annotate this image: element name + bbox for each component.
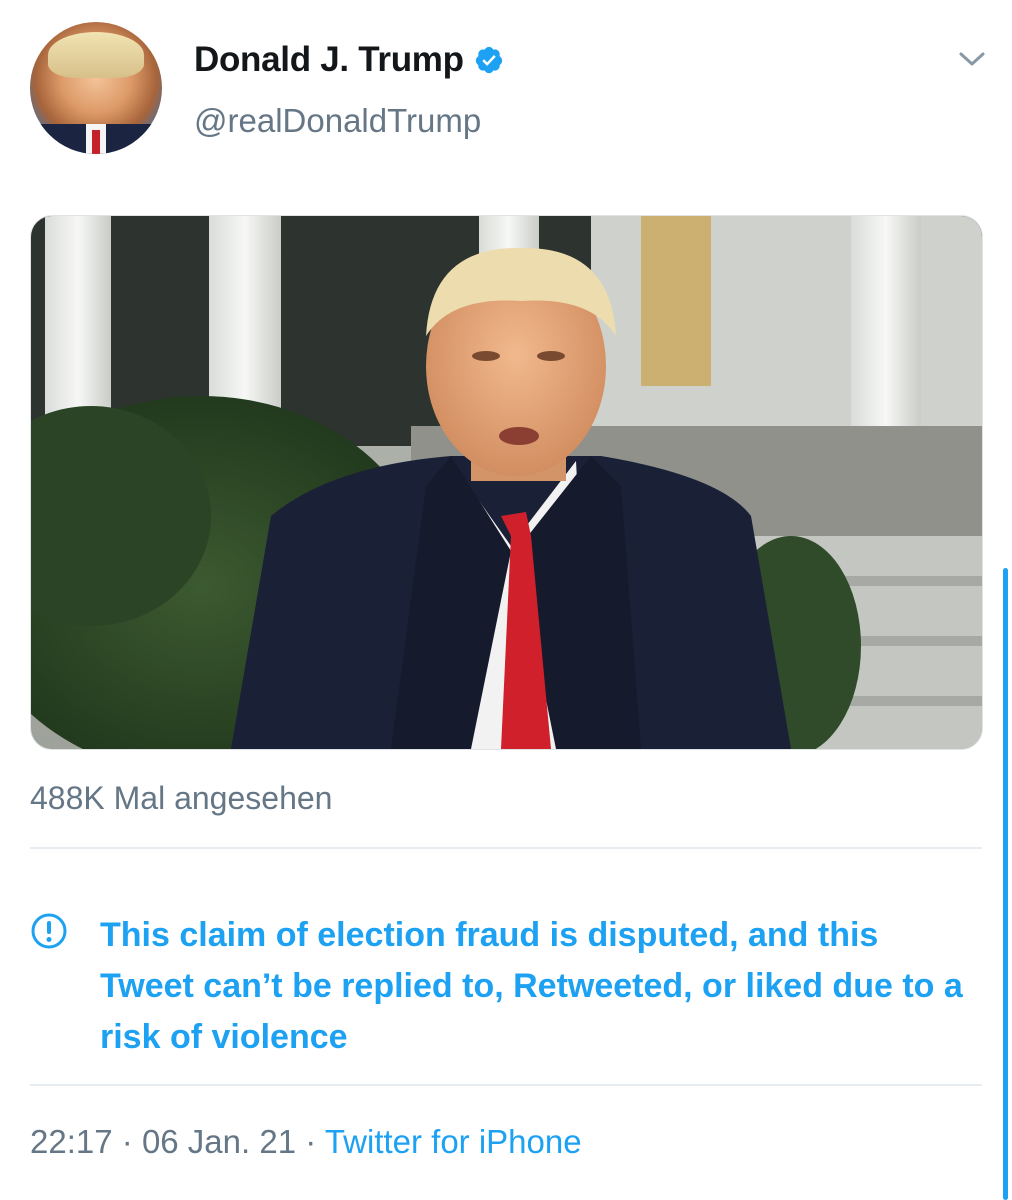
tweet-date: 06 Jan. 21 bbox=[141, 1123, 297, 1160]
exclamation-circle-icon bbox=[30, 912, 68, 950]
view-count: 488K Mal angesehen bbox=[30, 780, 333, 816]
verified-badge-icon bbox=[474, 45, 504, 75]
chevron-down-icon[interactable] bbox=[955, 44, 989, 74]
avatar-tie bbox=[92, 130, 100, 154]
author-name-row[interactable]: Donald J. Trump bbox=[194, 40, 504, 80]
avatar[interactable] bbox=[30, 22, 162, 154]
tweet-meta: 22:17 · 06 Jan. 21 · Twitter for iPhone bbox=[30, 1123, 582, 1161]
tweet-detail: Donald J. Trump @realDonaldTrump 488K Ma… bbox=[0, 0, 1012, 1200]
author-display-name[interactable]: Donald J. Trump bbox=[194, 40, 464, 80]
tweet-time: 22:17 bbox=[30, 1123, 113, 1160]
avatar-hair bbox=[48, 32, 144, 78]
divider bbox=[30, 847, 982, 849]
misinformation-notice[interactable]: This claim of election fraud is disputed… bbox=[100, 910, 980, 1063]
tweet-video[interactable] bbox=[30, 215, 983, 750]
meta-separator: · bbox=[305, 1123, 317, 1160]
tweet-source-link[interactable]: Twitter for iPhone bbox=[325, 1123, 582, 1160]
author-handle[interactable]: @realDonaldTrump bbox=[194, 102, 481, 140]
divider bbox=[30, 1084, 982, 1086]
scrollbar[interactable] bbox=[1003, 568, 1008, 1200]
meta-separator: · bbox=[121, 1123, 133, 1160]
